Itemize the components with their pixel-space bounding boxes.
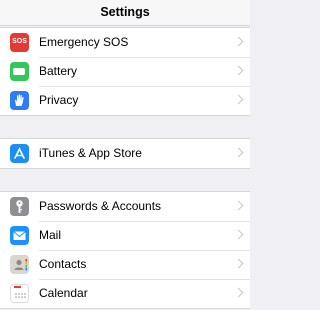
app-store-icon — [10, 144, 29, 163]
settings-row-itunes-app-store[interactable]: iTunes & App Store — [0, 139, 250, 168]
hand-icon — [10, 91, 29, 110]
settings-row-emergency-sos[interactable]: SOS Emergency SOS — [0, 28, 250, 57]
battery-icon — [10, 62, 29, 81]
settings-group-3: Passwords & Accounts Mail Contacts Calen… — [0, 191, 250, 309]
settings-group-2: iTunes & App Store — [0, 138, 250, 169]
settings-row-passwords-accounts[interactable]: Passwords & Accounts — [0, 192, 250, 221]
settings-row-calendar[interactable]: Calendar — [0, 279, 250, 308]
chevron-right-icon — [233, 36, 244, 47]
settings-row-label: Calendar — [39, 286, 88, 300]
mail-icon — [10, 226, 29, 245]
chevron-right-icon — [233, 65, 244, 76]
settings-row-mail[interactable]: Mail — [0, 221, 250, 250]
chevron-right-icon — [233, 94, 244, 105]
chevron-right-icon — [233, 287, 244, 298]
sos-icon: SOS — [10, 33, 29, 52]
page-title: Settings — [100, 5, 150, 19]
chevron-right-icon — [233, 229, 244, 240]
settings-row-privacy[interactable]: Privacy — [0, 86, 250, 115]
chevron-right-icon — [233, 147, 244, 158]
calendar-icon — [10, 284, 29, 303]
settings-row-label: iTunes & App Store — [39, 146, 142, 160]
chevron-right-icon — [233, 200, 244, 211]
settings-row-label: Contacts — [39, 257, 87, 271]
chevron-right-icon — [233, 258, 244, 269]
settings-group-1: SOS Emergency SOS Battery Privacy — [0, 27, 250, 116]
settings-row-contacts[interactable]: Contacts — [0, 250, 250, 279]
settings-row-label: Emergency SOS — [39, 35, 129, 49]
settings-row-battery[interactable]: Battery — [0, 57, 250, 86]
settings-row-label: Passwords & Accounts — [39, 199, 162, 213]
navigation-bar: Settings — [0, 0, 250, 26]
settings-row-label: Battery — [39, 64, 78, 78]
contacts-icon — [10, 255, 29, 274]
key-icon — [10, 197, 29, 216]
settings-row-label: Mail — [39, 228, 62, 242]
settings-row-label: Privacy — [39, 93, 79, 107]
